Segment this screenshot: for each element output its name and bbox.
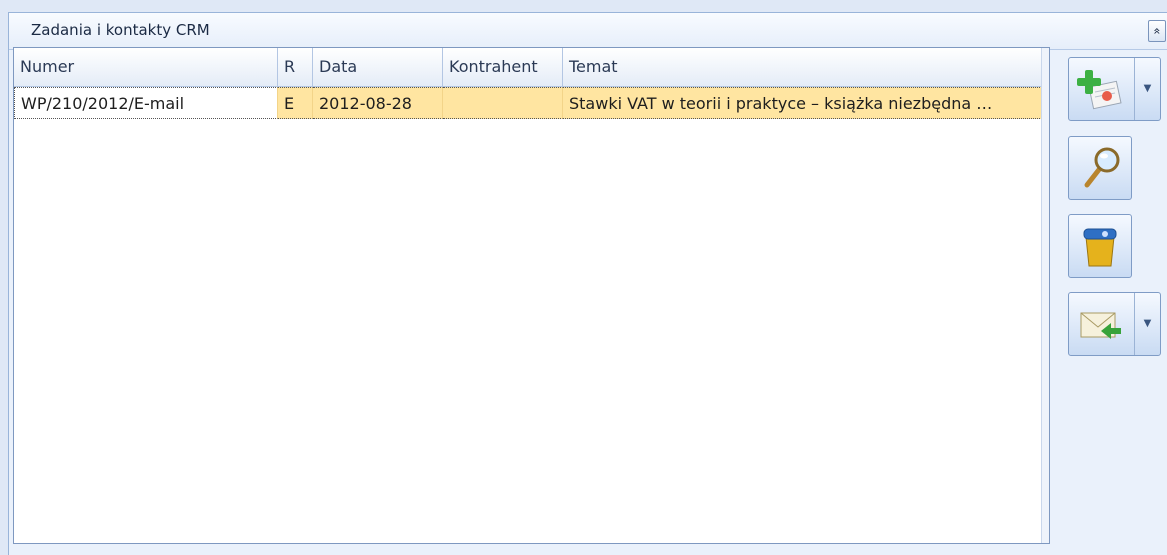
chevron-down-icon: ▼ xyxy=(1143,83,1152,94)
delete-button[interactable] xyxy=(1068,214,1132,278)
grid-header: Numer R Data Kontrahent Temat xyxy=(14,48,1049,87)
chevron-down-icon: ▼ xyxy=(1143,318,1152,329)
cell-kontrahent xyxy=(443,87,563,119)
column-header-data[interactable]: Data xyxy=(313,48,443,86)
column-header-numer[interactable]: Numer xyxy=(14,48,278,86)
add-task-icon xyxy=(1077,70,1122,110)
mail-dropdown[interactable]: ▼ xyxy=(1134,293,1160,355)
crm-grid[interactable]: Numer R Data Kontrahent Temat WP/210/201… xyxy=(13,47,1050,544)
column-header-r[interactable]: R xyxy=(278,48,313,86)
mail-button[interactable]: ▼ xyxy=(1068,292,1161,356)
collapse-icon: » xyxy=(1150,27,1164,35)
cell-temat: Stawki VAT w teorii i praktyce – książka… xyxy=(563,87,1042,119)
cell-r: E xyxy=(278,87,313,119)
grid-scroll-edge xyxy=(1041,48,1049,543)
panel-header: Zadania i kontakty CRM » xyxy=(9,13,1167,50)
collapse-button[interactable]: » xyxy=(1148,20,1166,42)
add-task-dropdown[interactable]: ▼ xyxy=(1134,58,1160,120)
trash-icon xyxy=(1083,228,1117,267)
table-row[interactable]: WP/210/2012/E-mail E 2012-08-28 Stawki V… xyxy=(14,87,1042,119)
cell-data: 2012-08-28 xyxy=(313,87,443,119)
mail-incoming-icon xyxy=(1080,312,1121,339)
magnifier-icon xyxy=(1084,147,1120,188)
panel-title: Zadania i kontakty CRM xyxy=(31,21,210,39)
search-button[interactable] xyxy=(1068,136,1132,200)
column-header-kontrahent[interactable]: Kontrahent xyxy=(443,48,563,86)
cell-numer: WP/210/2012/E-mail xyxy=(14,87,278,119)
column-header-temat[interactable]: Temat xyxy=(563,48,1045,86)
add-task-button[interactable]: ▼ xyxy=(1068,57,1161,121)
